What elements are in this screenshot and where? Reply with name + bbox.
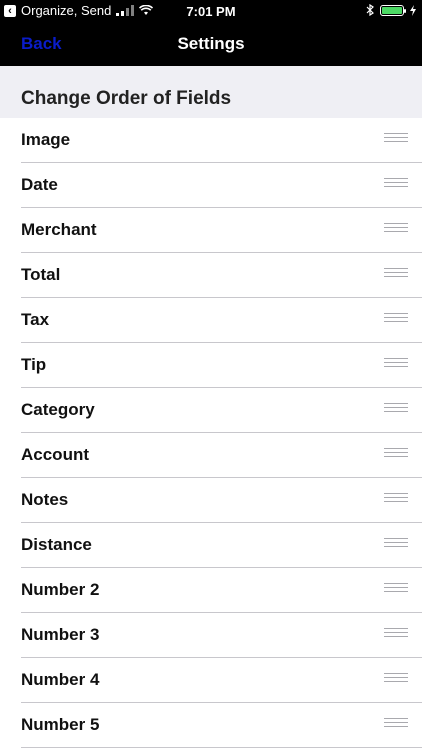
field-row-date[interactable]: Date [21, 163, 422, 208]
page-title: Settings [177, 34, 245, 53]
section-title: Change Order of Fields [21, 88, 232, 109]
reorder-grip-icon[interactable] [384, 493, 408, 505]
field-row-account[interactable]: Account [21, 433, 422, 478]
field-row-tip[interactable]: Tip [21, 343, 422, 388]
reorder-grip-icon[interactable] [384, 718, 408, 730]
reorder-grip-icon[interactable] [384, 448, 408, 460]
reorder-grip-icon[interactable] [384, 538, 408, 550]
field-label: Number 5 [21, 715, 100, 734]
field-row-number-2[interactable]: Number 2 [21, 568, 422, 613]
field-row-distance[interactable]: Distance [21, 523, 422, 568]
field-label: Number 4 [21, 670, 100, 689]
field-label: Merchant [21, 220, 97, 239]
field-row-number-3[interactable]: Number 3 [21, 613, 422, 658]
field-label: Number 2 [21, 580, 100, 599]
field-label: Date [21, 175, 58, 194]
section-header: Change Order of Fields [0, 66, 422, 118]
field-label: Number 3 [21, 625, 100, 644]
charging-bolt-icon [410, 4, 416, 16]
field-label: Distance [21, 535, 92, 554]
field-label: Image [21, 130, 71, 149]
status-right [366, 4, 416, 16]
field-row-category[interactable]: Category [21, 388, 422, 433]
navigation-bar: Back Settings [0, 22, 422, 66]
field-row-tax[interactable]: Tax [21, 298, 422, 343]
reorder-grip-icon[interactable] [384, 223, 408, 235]
field-row-total[interactable]: Total [21, 253, 422, 298]
reorder-grip-icon[interactable] [384, 403, 408, 415]
reorder-grip-icon[interactable] [384, 313, 408, 325]
field-row-notes[interactable]: Notes [21, 478, 422, 523]
battery-icon [380, 4, 406, 16]
reorder-grip-icon[interactable] [384, 268, 408, 280]
field-row-merchant[interactable]: Merchant [21, 208, 422, 253]
reorder-grip-icon[interactable] [384, 673, 408, 685]
reorder-grip-icon[interactable] [384, 358, 408, 370]
field-label: Account [21, 445, 89, 464]
field-label: Tip [21, 355, 47, 374]
field-label: Tax [21, 310, 50, 329]
reorder-grip-icon[interactable] [384, 583, 408, 595]
bluetooth-icon [366, 4, 374, 16]
field-row-number-5[interactable]: Number 5 [21, 703, 422, 748]
reorder-grip-icon[interactable] [384, 133, 408, 145]
reorder-grip-icon[interactable] [384, 178, 408, 190]
field-label: Notes [21, 490, 69, 509]
field-row-image[interactable]: Image [21, 118, 422, 163]
status-time: 7:01 PM [186, 4, 236, 19]
field-label: Total [21, 265, 61, 284]
status-bar: ‹ Organize, Send 7:01 PM [0, 0, 422, 22]
reorder-grip-icon[interactable] [384, 628, 408, 640]
field-row-number-4[interactable]: Number 4 [21, 658, 422, 703]
field-order-list: Image Date Merchant Total Tax Tip Catego… [0, 118, 422, 748]
field-label: Category [21, 400, 95, 419]
